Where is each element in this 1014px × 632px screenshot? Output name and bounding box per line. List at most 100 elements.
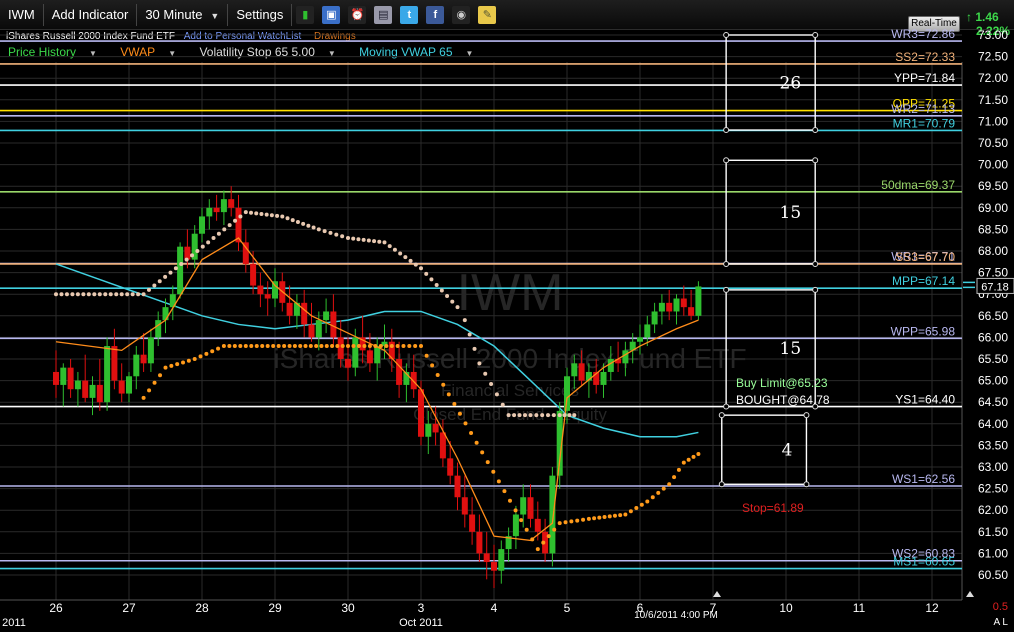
stop-dot [81,292,86,297]
box-handle [812,127,819,134]
stop-dot [696,452,701,457]
stop-dot [222,227,227,232]
stop-dot [377,239,382,244]
stop-dot [306,223,311,228]
stop-dot [152,380,157,385]
x-tick-label: 30 [341,601,355,615]
price-marker [963,281,975,289]
candle-body [666,302,673,312]
y-tick-label: 66.50 [978,309,1008,323]
stop-dot [452,402,457,407]
candle-body [520,497,527,515]
box-handle [723,260,730,267]
stop-dot [563,520,568,525]
stop-dot [334,232,339,237]
candle-body [67,367,74,390]
y-tick-label: 65.50 [978,352,1008,366]
stop-dot [634,506,639,511]
stop-dot [114,292,119,297]
stop-dot [163,274,168,279]
stop-dot [546,413,551,418]
stop-dot [362,344,367,349]
stop-dot [424,271,429,276]
stop-dot [227,344,232,349]
stop-dot [216,231,221,236]
watermark-sector: Financial Services [441,381,579,400]
stop-dot [276,344,281,349]
timestamp-label: 10/6/2011 4:00 PM [634,610,718,621]
stop-dot [373,344,378,349]
stop-dot [330,344,335,349]
stop-dot [328,230,333,235]
x-tick-label: 26 [49,601,63,615]
stop-dot [429,277,434,282]
stop-dot [204,351,209,356]
box-handle [803,481,810,488]
stop-dot [119,292,124,297]
stop-dot [446,392,451,397]
y-tick-label: 63.00 [978,460,1008,474]
stop-dot [70,292,75,297]
bought-annotation: BOUGHT@64.78 [736,393,830,407]
stop-dot [419,344,423,349]
stop-dot [424,353,429,358]
stop-dot [351,344,356,349]
level-label: SS2=72.33 [895,50,955,64]
candle-body [264,294,271,299]
price-chart[interactable]: 60.50 61.00 61.50 62.00 62.50 63.00 63.50 64.00… [0,0,1014,632]
candle-body [118,380,125,394]
box-handle [723,157,730,164]
stop-dot [198,354,203,359]
stop-dot [477,361,482,366]
stop-dot [612,513,617,518]
stop-dot [551,413,556,418]
stop-dot [419,266,423,271]
stop-dot [462,318,467,323]
y-tick-label: 63.50 [978,438,1008,452]
stop-dot [557,413,562,418]
stop-dot [179,261,184,266]
candle-body [461,497,468,515]
y-tick-label: 66.00 [978,330,1008,344]
stop-dot [59,292,64,297]
stop-dot [192,357,197,361]
y-tick-label: 64.00 [978,417,1008,431]
stop-dot [238,344,243,349]
stop-dot [186,358,191,363]
stop-dot [181,360,186,365]
stop-dot [483,371,488,376]
y-tick-label: 70.00 [978,158,1008,172]
candle-body [366,350,373,364]
stop-dot [175,362,180,367]
x-tick-label: 4 [491,601,498,615]
stop-dot [562,413,567,418]
stop-dot [259,211,264,216]
candle-body [498,549,505,571]
level-label: WS1=62.56 [892,472,955,486]
candle-body [534,518,541,532]
stop-dot [581,517,586,522]
box-label: 15 [780,203,802,223]
stop-dot [130,292,135,297]
box-handle [812,32,819,38]
candle-body [418,389,424,437]
candle-body [425,423,432,437]
candle-body [323,311,330,321]
level-label: WR3=72.86 [891,27,955,41]
candle-body [257,285,264,295]
stop-dot [534,413,539,418]
y-tick-label: 68.00 [978,244,1008,258]
stop-dot [158,373,163,378]
stop-dot [512,413,517,418]
stop-dot [233,218,238,223]
stop-dot [645,499,650,504]
stop-dot [607,514,612,519]
stop-dot [618,513,623,518]
candle-body [74,380,81,390]
candle-body [286,302,293,316]
watermark-name: iShares Russell 2000 Index Fund ETF [273,343,746,374]
level-label: SS3=67.70 [895,250,955,264]
stop-dot [54,292,58,297]
stop-dot [346,236,350,241]
stop-dot [507,498,512,503]
